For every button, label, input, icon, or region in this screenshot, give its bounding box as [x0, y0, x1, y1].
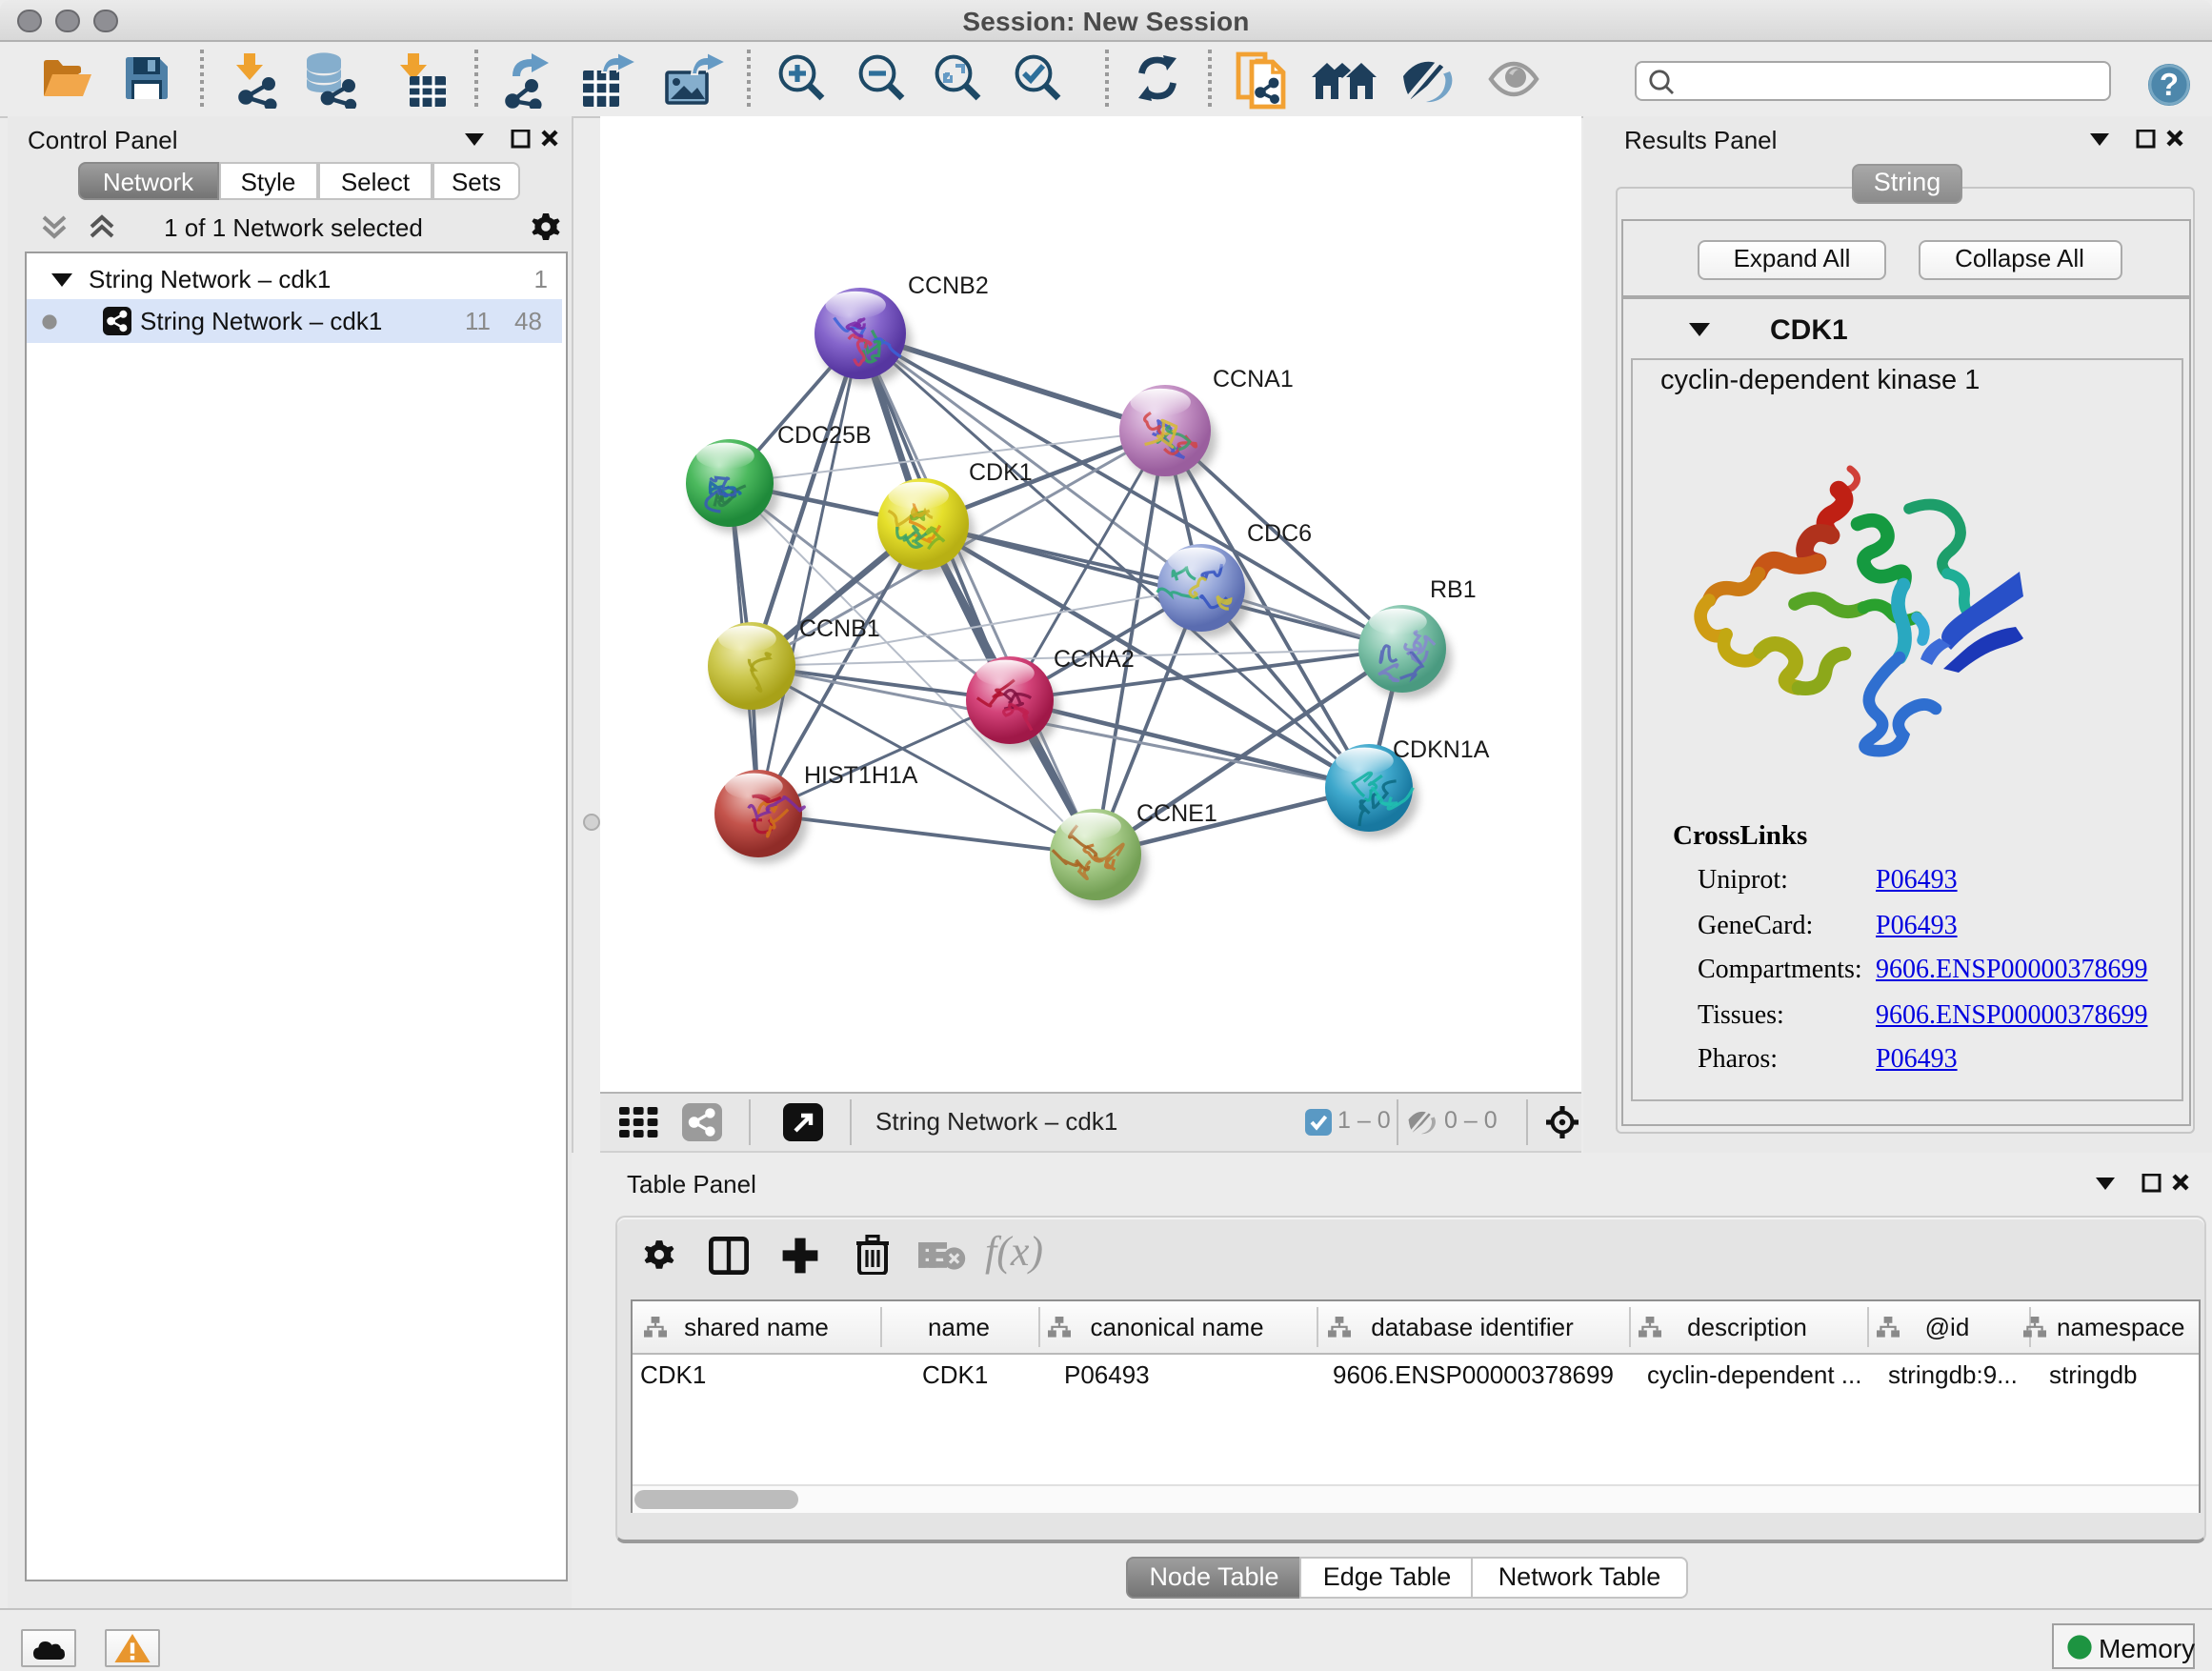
- svg-text:RB1: RB1: [1430, 576, 1477, 603]
- svg-text:CCNB1: CCNB1: [799, 615, 880, 642]
- svg-text:HIST1H1A: HIST1H1A: [804, 762, 918, 789]
- svg-text:CCNE1: CCNE1: [1136, 800, 1217, 827]
- svg-text:CDC6: CDC6: [1247, 520, 1312, 547]
- svg-text:CDK1: CDK1: [969, 459, 1033, 486]
- svg-text:CDC25B: CDC25B: [777, 422, 872, 449]
- svg-text:CCNA2: CCNA2: [1054, 646, 1135, 673]
- svg-text:?: ?: [2160, 67, 2179, 102]
- svg-text:CDKN1A: CDKN1A: [1393, 736, 1490, 763]
- svg-text:CCNA1: CCNA1: [1213, 366, 1294, 393]
- svg-text:CCNB2: CCNB2: [908, 272, 989, 299]
